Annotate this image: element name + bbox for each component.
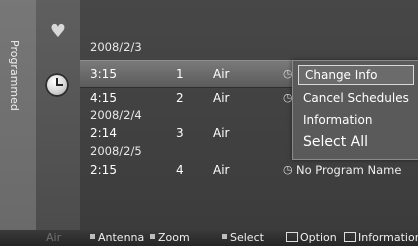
channel-label: 3 xyxy=(176,126,184,140)
zoom-label: Zoom xyxy=(158,231,190,244)
select-hint[interactable]: Select xyxy=(222,230,264,246)
info-icon xyxy=(344,232,356,242)
select-button-icon xyxy=(222,234,227,239)
clock-icon[interactable] xyxy=(45,73,69,97)
information-hint[interactable]: Information xyxy=(344,230,418,246)
time-label: 3:15 xyxy=(90,67,117,81)
clock-small-icon: ◷ xyxy=(283,163,293,176)
heart-icon[interactable]: ♥ xyxy=(49,23,67,41)
schedule-row[interactable]: 2:15 4 Air ◷ No Program Name xyxy=(80,161,418,179)
channel-label: 1 xyxy=(176,67,184,81)
channel-label: 2 xyxy=(176,91,184,105)
date-label: 2008/2/5 xyxy=(90,144,142,158)
cancel-schedules-option[interactable]: Cancel Schedules xyxy=(297,89,409,107)
time-label: 2:14 xyxy=(90,126,117,140)
zoom-button-icon xyxy=(150,234,155,239)
time-label: 4:15 xyxy=(90,91,117,105)
source-label: Air xyxy=(213,91,230,105)
antenna-button-icon xyxy=(90,234,95,239)
information-option[interactable]: Information xyxy=(297,111,372,129)
bottom-bar: Air Antenna Zoom Select Option Informati… xyxy=(0,230,418,246)
source-label: Air xyxy=(213,126,230,140)
date-label: 2008/2/4 xyxy=(90,108,142,122)
information-label: Information xyxy=(358,231,418,244)
programmed-tab-label: Programmed xyxy=(8,40,21,111)
option-label: Option xyxy=(300,231,337,244)
time-label: 2:15 xyxy=(90,163,117,177)
date-header: 2008/2/3 xyxy=(80,38,418,56)
zoom-hint[interactable]: Zoom xyxy=(150,230,190,246)
options-popup: Change Info Cancel Schedules Information… xyxy=(292,60,418,160)
icon-column: ♥ xyxy=(36,0,80,230)
schedule-screen: Programmed ♥ 2008/2/3 3:15 1 Air ◷ 4:15 … xyxy=(0,0,418,246)
tools-icon xyxy=(286,232,298,242)
date-label: 2008/2/3 xyxy=(90,40,142,54)
source-label: Air xyxy=(213,67,230,81)
select-label: Select xyxy=(230,231,264,244)
antenna-label: Antenna xyxy=(98,231,145,244)
air-label: Air xyxy=(46,231,62,244)
option-hint[interactable]: Option xyxy=(286,230,337,246)
program-name: No Program Name xyxy=(296,163,402,177)
programmed-tab[interactable]: Programmed xyxy=(0,0,37,230)
source-label: Air xyxy=(213,163,230,177)
antenna-hint[interactable]: Antenna xyxy=(90,230,144,246)
select-all-option[interactable]: Select All xyxy=(297,133,368,151)
change-info-option[interactable]: Change Info xyxy=(298,65,414,85)
channel-label: 4 xyxy=(176,163,184,177)
